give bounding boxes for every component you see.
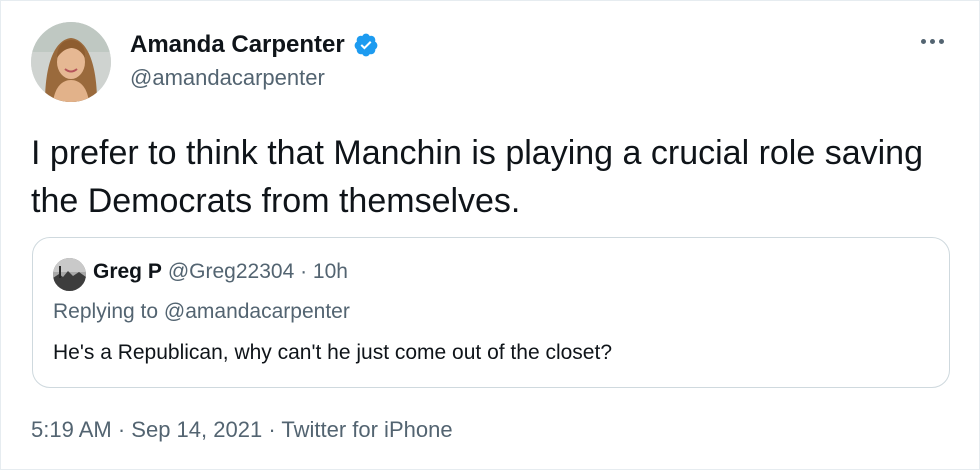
- timestamp-separator: ·: [268, 417, 276, 442]
- quoted-author-name: Greg P: [93, 260, 162, 283]
- quoted-author-meta: @Greg22304 · 10h: [167, 260, 348, 283]
- verified-badge-icon: [354, 33, 378, 57]
- more-dot-icon: [938, 38, 944, 44]
- quoted-replying-to: Replying to @amandacarpenter: [53, 300, 350, 323]
- author-avatar[interactable]: [31, 22, 111, 102]
- timestamp-date: Sep 14, 2021: [131, 417, 263, 442]
- quoted-author-avatar: [53, 258, 86, 291]
- timestamp-time: 5:19 AM: [31, 417, 112, 442]
- author-name[interactable]: Amanda Carpenter: [130, 31, 379, 59]
- author-name-text[interactable]: Amanda Carpenter: [130, 31, 345, 59]
- quoted-tweet-text: He's a Republican, why can't he just com…: [53, 341, 612, 364]
- more-dot-icon: [929, 38, 935, 44]
- timestamp-separator: ·: [117, 417, 126, 442]
- quoted-tweet[interactable]: Greg P @Greg22304 · 10h Replying to @ama…: [32, 237, 950, 388]
- timestamp-link[interactable]: 5:19 AM · Sep 14, 2021: [31, 417, 262, 442]
- tweet-card: Amanda Carpenter @amandacarpenter I pref…: [0, 0, 980, 470]
- tweet-text: I prefer to think that Manchin is playin…: [31, 134, 924, 220]
- more-options-button[interactable]: [915, 29, 949, 53]
- author-handle[interactable]: @amandacarpenter: [130, 65, 325, 91]
- more-dot-icon: [920, 38, 926, 44]
- tweet-timestamp: 5:19 AM · Sep 14, 2021 · Twitter for iPh…: [31, 417, 453, 443]
- quoted-header: Greg P @Greg22304 · 10h: [93, 260, 348, 284]
- tweet-source-link[interactable]: Twitter for iPhone: [281, 417, 452, 442]
